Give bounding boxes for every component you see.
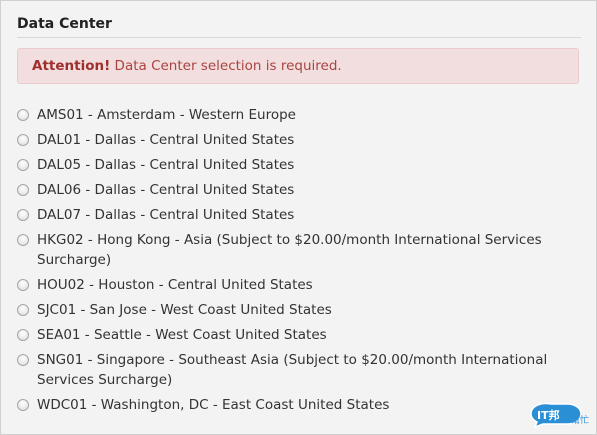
radio-button[interactable]	[17, 134, 29, 146]
radio-button[interactable]	[17, 234, 29, 246]
radio-button[interactable]	[17, 279, 29, 291]
alert-message: Data Center selection is required.	[114, 58, 342, 74]
option-label[interactable]: DAL05 - Dallas - Central United States	[37, 157, 294, 173]
data-center-option[interactable]: SEA01 - Seattle - West Coast United Stat…	[17, 325, 577, 345]
radio-button[interactable]	[17, 209, 29, 221]
data-center-option[interactable]: HKG02 - Hong Kong - Asia (Subject to $20…	[17, 230, 577, 270]
option-label[interactable]: SJC01 - San Jose - West Coast United Sta…	[37, 302, 332, 318]
radio-button[interactable]	[17, 109, 29, 121]
radio-button[interactable]	[17, 354, 29, 366]
option-label[interactable]: HKG02 - Hong Kong - Asia (Subject to $20…	[37, 232, 542, 268]
radio-button[interactable]	[17, 184, 29, 196]
option-label[interactable]: DAL01 - Dallas - Central United States	[37, 132, 294, 148]
alert-strong-label: Attention!	[32, 58, 111, 74]
title-divider	[17, 37, 581, 38]
watermark-sub-text: 幫忙	[571, 414, 589, 426]
data-center-option[interactable]: SJC01 - San Jose - West Coast United Sta…	[17, 300, 577, 320]
option-label[interactable]: SNG01 - Singapore - Southeast Asia (Subj…	[37, 352, 547, 388]
radio-button[interactable]	[17, 399, 29, 411]
option-label[interactable]: DAL07 - Dallas - Central United States	[37, 207, 294, 223]
data-center-option[interactable]: HOU02 - Houston - Central United States	[17, 275, 577, 295]
data-center-option[interactable]: SNG01 - Singapore - Southeast Asia (Subj…	[17, 350, 577, 390]
option-label[interactable]: SEA01 - Seattle - West Coast United Stat…	[37, 327, 327, 343]
ithelp-logo-icon: IT邦 幫忙	[530, 402, 589, 428]
section-title: Data Center	[17, 16, 112, 32]
data-center-option[interactable]: AMS01 - Amsterdam - Western Europe	[17, 105, 577, 125]
option-label[interactable]: HOU02 - Houston - Central United States	[37, 277, 313, 293]
form-panel: Data Center Attention! Data Center selec…	[0, 0, 597, 435]
radio-button[interactable]	[17, 329, 29, 341]
data-center-option[interactable]: DAL01 - Dallas - Central United States	[17, 130, 577, 150]
radio-button[interactable]	[17, 304, 29, 316]
option-label[interactable]: AMS01 - Amsterdam - Western Europe	[37, 107, 296, 123]
error-alert: Attention! Data Center selection is requ…	[17, 48, 579, 84]
data-center-option[interactable]: WDC01 - Washington, DC - East Coast Unit…	[17, 395, 577, 415]
option-label[interactable]: DAL06 - Dallas - Central United States	[37, 182, 294, 198]
watermark-main-text: IT邦	[537, 408, 560, 422]
data-center-option[interactable]: DAL07 - Dallas - Central United States	[17, 205, 577, 225]
radio-button[interactable]	[17, 159, 29, 171]
data-center-option[interactable]: DAL05 - Dallas - Central United States	[17, 155, 577, 175]
option-label[interactable]: WDC01 - Washington, DC - East Coast Unit…	[37, 397, 389, 413]
data-center-option[interactable]: DAL06 - Dallas - Central United States	[17, 180, 577, 200]
data-center-radio-group: AMS01 - Amsterdam - Western Europe DAL01…	[17, 105, 577, 420]
